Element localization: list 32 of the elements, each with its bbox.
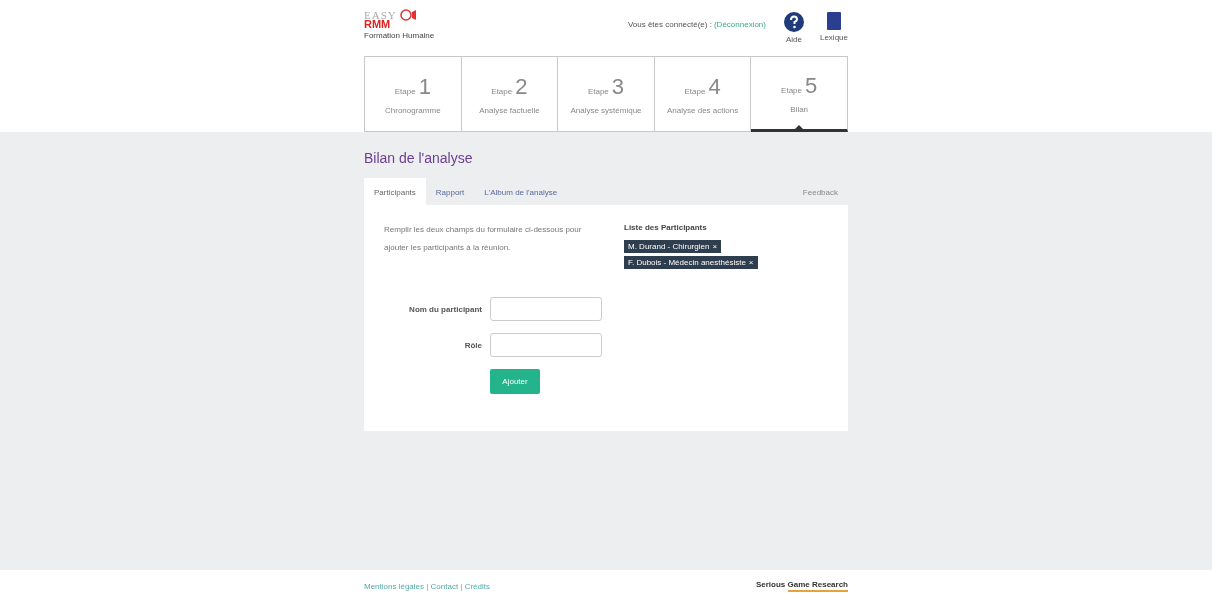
field-label: Nom du participant xyxy=(408,304,482,314)
header-icon-button[interactable]: Aide xyxy=(783,8,804,44)
step-tab[interactable]: Etape 4 Analyse des actions xyxy=(654,56,752,132)
footer-links[interactable]: Mentions légales | Contact | Crédits xyxy=(364,581,490,591)
logout-link[interactable]: (Déconnexion) xyxy=(713,20,766,29)
header-icon-button[interactable]: Lexique xyxy=(819,8,848,44)
step-tab[interactable]: Etape 1 Chronogramme xyxy=(364,56,462,132)
step-tab[interactable]: Etape 3 Analyse systémique xyxy=(558,56,655,132)
participant-tag: F. Dubois - Médecin anesthésiste × xyxy=(624,256,758,269)
step-tab[interactable]: Etape 5 Bilan xyxy=(751,56,848,132)
logo-text: EASY xyxy=(364,9,397,21)
remove-icon[interactable]: × xyxy=(748,258,754,267)
input-field[interactable] xyxy=(490,333,602,357)
page-title: Bilan de l'analyse xyxy=(364,150,474,166)
brand-underline xyxy=(788,590,848,592)
help-icon xyxy=(783,12,804,32)
participants-heading: Liste des Participants xyxy=(624,223,707,232)
tab[interactable]: L'Album de l'analyse xyxy=(474,178,568,205)
tab[interactable]: Participants xyxy=(364,178,426,205)
field-label: Rôle xyxy=(463,340,482,350)
brand-logo-text: Serious Game Research xyxy=(755,580,848,589)
add-button[interactable]: Ajouter xyxy=(490,369,540,394)
input-field[interactable] xyxy=(490,297,602,321)
logo-text: RMM xyxy=(364,19,391,30)
participant-tag: M. Durand - Chirurgien × xyxy=(624,240,722,253)
step-tab[interactable]: Etape 2 Analyse factuelle xyxy=(461,56,559,132)
instructions-text: Remplir les deux champs du formulaire ci-dessous pour ajouter les participants à la réunion. xyxy=(384,224,583,254)
feedback-tab[interactable]: Feedback xyxy=(792,178,848,205)
user-status: Vous êtes connecté(e) : xyxy=(627,20,712,29)
tab[interactable]: Rapport xyxy=(425,178,475,205)
remove-icon[interactable]: × xyxy=(712,242,718,251)
logo-subtitle: Formation Humaine xyxy=(364,32,436,40)
